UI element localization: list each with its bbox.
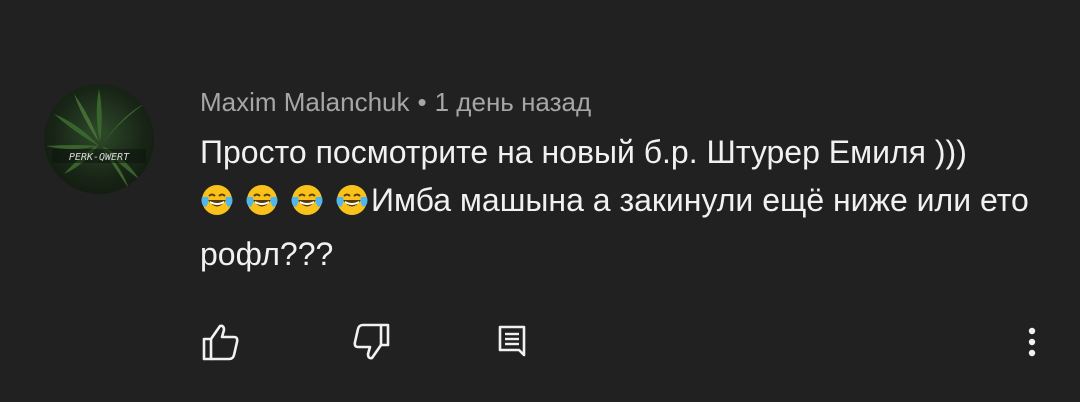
dislike-icon <box>353 323 390 360</box>
comment-text-part1: Просто посмотрите на новый б.р. Штурер Е… <box>200 134 967 170</box>
laughing-tears-emoji-icon <box>201 185 233 215</box>
laughing-tears-emoji-icon <box>291 185 323 215</box>
comment-actions <box>0 318 1080 368</box>
laughing-tears-emoji-icon <box>336 185 368 215</box>
avatar[interactable]: PERK-QWERT <box>44 84 154 194</box>
author-name[interactable]: Maxim Malanchuk <box>200 87 410 117</box>
meta-separator: • <box>417 87 427 117</box>
avatar-text: PERK-QWERT <box>69 152 130 163</box>
timestamp[interactable]: 1 день назад <box>435 87 592 117</box>
comment-text: Просто посмотрите на новый б.р. Штурер Е… <box>200 128 1040 278</box>
reply-icon <box>498 325 526 357</box>
more-vert-icon <box>1028 327 1036 357</box>
comment-header: Maxim Malanchuk • 1 день назад <box>200 84 591 120</box>
dislike-button[interactable] <box>348 318 396 366</box>
like-icon <box>202 324 239 361</box>
reply-button[interactable] <box>488 318 536 366</box>
more-options-button[interactable] <box>1008 318 1056 366</box>
laughing-tears-emoji-icon <box>246 185 278 215</box>
like-button[interactable] <box>196 318 244 366</box>
emoji-group <box>200 182 371 230</box>
comment-card: PERK-QWERT Maxim Malanchuk • 1 день назад … <box>0 0 1080 402</box>
